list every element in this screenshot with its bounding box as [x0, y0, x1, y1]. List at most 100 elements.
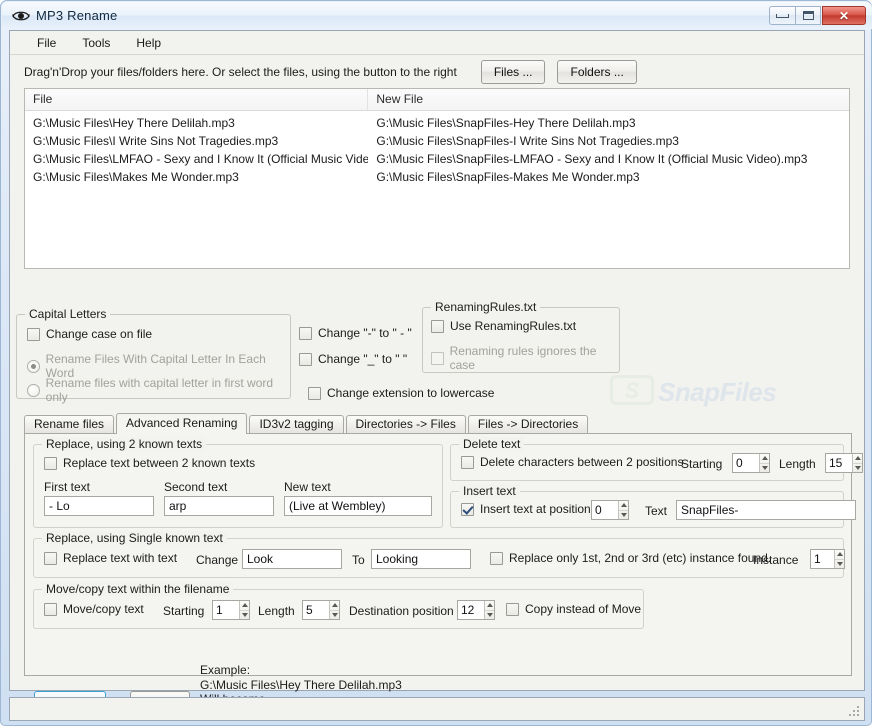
minimize-button[interactable]: [769, 6, 795, 25]
delete-length-input[interactable]: [826, 454, 852, 472]
cell-file: G:\Music Files\Makes Me Wonder.mp3: [33, 170, 239, 184]
ignores-case-row[interactable]: Renaming rules ignores the case: [431, 344, 619, 372]
move-length-arrows[interactable]: [329, 601, 339, 619]
cell-file: G:\Music Files\Hey There Delilah.mp3: [33, 116, 235, 130]
chevron-down-icon: [619, 511, 628, 520]
radio-capital-each-word[interactable]: [27, 359, 40, 373]
insert-text-group: Insert text Insert text at position Text: [450, 484, 856, 528]
resize-grip-icon[interactable]: [849, 706, 861, 718]
move-copy-text-checkbox[interactable]: [44, 602, 57, 616]
insert-text-input[interactable]: [676, 500, 856, 520]
files-button[interactable]: Files ...: [480, 59, 546, 84]
instance-only-row[interactable]: Replace only 1st, 2nd or 3rd (etc) insta…: [490, 551, 771, 565]
tab-id3v2-tagging[interactable]: ID3v2 tagging: [249, 415, 344, 434]
insert-position-arrows[interactable]: [618, 501, 628, 519]
close-button[interactable]: ✕: [822, 6, 866, 25]
move-length-input[interactable]: [303, 601, 329, 619]
replace-text-with-text-checkbox[interactable]: [44, 551, 57, 565]
window-controls: ✕: [769, 6, 866, 25]
move-length-stepper[interactable]: [302, 600, 340, 620]
instance-input[interactable]: [811, 550, 834, 568]
drop-instruction-row: Drag'n'Drop your files/folders here. Or …: [10, 55, 864, 88]
menu-item-tools[interactable]: Tools: [69, 33, 123, 53]
destination-position-input[interactable]: [458, 601, 484, 619]
change-underscore-row[interactable]: Change "_" to " ": [299, 352, 407, 366]
radio-first-word-label: Rename files with capital letter in firs…: [45, 376, 274, 404]
move-starting-arrows[interactable]: [239, 601, 249, 619]
delete-starting-input[interactable]: [733, 454, 759, 472]
move-copy-text-label: Move/copy text: [63, 602, 144, 616]
rules-ignore-case-checkbox[interactable]: [431, 351, 444, 365]
delete-chars-row[interactable]: Delete characters between 2 positions: [461, 455, 683, 469]
change-label: Change: [196, 553, 239, 567]
insert-text-checkbox[interactable]: [461, 502, 474, 516]
menu-item-help[interactable]: Help: [123, 33, 174, 53]
move-starting-input[interactable]: [213, 601, 239, 619]
column-header-file[interactable]: File: [25, 89, 369, 110]
drop-instruction-text: Drag'n'Drop your files/folders here. Or …: [24, 64, 457, 79]
change-case-row[interactable]: Change case on file: [27, 327, 152, 341]
chevron-down-icon: [240, 611, 249, 620]
tab-files-to-directories[interactable]: Files -> Directories: [467, 415, 589, 434]
destination-position-arrows[interactable]: [484, 601, 494, 619]
instance-label: Instance: [753, 553, 799, 567]
snapfiles-badge: S: [610, 375, 654, 405]
replace-two-texts-title: Replace, using 2 known texts: [42, 437, 207, 451]
radio-capital-first-word[interactable]: [27, 383, 40, 397]
destination-position-stepper[interactable]: [457, 600, 495, 620]
change-input[interactable]: [242, 549, 342, 569]
change-dash-checkbox[interactable]: [299, 326, 312, 340]
replace-with-text-row[interactable]: Replace text with text: [44, 551, 177, 565]
cell-file: G:\Music Files\LMFAO - Sexy and I Know I…: [33, 152, 369, 166]
to-input[interactable]: [371, 549, 471, 569]
radio-first-word-row[interactable]: Rename files with capital letter in firs…: [27, 376, 290, 404]
move-starting-stepper[interactable]: [212, 600, 250, 620]
to-label: To: [352, 553, 365, 567]
insert-position-row[interactable]: Insert text at position: [461, 502, 591, 516]
file-list[interactable]: File New File G:\Music Files\Hey There D…: [24, 88, 850, 269]
tab-directories-to-files[interactable]: Directories -> Files: [345, 415, 466, 434]
move-copy-row[interactable]: Move/copy text: [44, 602, 144, 616]
table-row[interactable]: G:\Music Files\Hey There Delilah.mp3 G:\…: [25, 114, 849, 132]
first-text-input[interactable]: [44, 496, 154, 516]
copy-instead-row[interactable]: Copy instead of Move: [506, 602, 641, 616]
delete-characters-checkbox[interactable]: [461, 455, 474, 469]
insert-text-label: Insert text at position: [480, 502, 591, 516]
title-bar: MP3 Rename ✕: [2, 2, 872, 29]
insert-position-input[interactable]: [592, 501, 618, 519]
delete-starting-stepper[interactable]: [732, 453, 770, 473]
tab-strip: Rename files Advanced Renaming ID3v2 tag…: [24, 413, 852, 434]
use-renaming-rules-checkbox[interactable]: [431, 319, 444, 333]
second-text-label: Second text: [164, 480, 228, 494]
table-row[interactable]: G:\Music Files\I Write Sins Not Tragedie…: [25, 132, 849, 150]
instance-arrows[interactable]: [834, 550, 844, 568]
maximize-button[interactable]: [795, 6, 821, 25]
change-extension-row[interactable]: Change extension to lowercase: [308, 386, 494, 400]
use-rules-row[interactable]: Use RenamingRules.txt: [431, 319, 576, 333]
new-text-input[interactable]: [284, 496, 432, 516]
insert-position-stepper[interactable]: [591, 500, 629, 520]
maximize-icon: [802, 11, 814, 20]
delete-length-arrows[interactable]: [852, 454, 862, 472]
second-text-input[interactable]: [164, 496, 274, 516]
delete-starting-arrows[interactable]: [759, 454, 769, 472]
tab-advanced-renaming[interactable]: Advanced Renaming: [116, 413, 248, 434]
delete-length-stepper[interactable]: [825, 453, 863, 473]
insert-text-field-label: Text: [645, 504, 668, 518]
column-header-new-file[interactable]: New File: [368, 89, 849, 110]
copy-instead-of-move-checkbox[interactable]: [506, 602, 519, 616]
change-case-checkbox[interactable]: [27, 327, 40, 341]
replace-between-row[interactable]: Replace text between 2 known texts: [44, 456, 255, 470]
replace-between-checkbox[interactable]: [44, 456, 57, 470]
menu-item-file[interactable]: File: [24, 33, 69, 53]
replace-instance-checkbox[interactable]: [490, 551, 503, 565]
chevron-up-icon: [853, 454, 862, 464]
tab-rename-files[interactable]: Rename files: [24, 415, 115, 434]
table-row[interactable]: G:\Music Files\LMFAO - Sexy and I Know I…: [25, 150, 849, 168]
change-dash-row[interactable]: Change "-" to " - ": [299, 326, 412, 340]
change-extension-checkbox[interactable]: [308, 386, 321, 400]
change-underscore-checkbox[interactable]: [299, 352, 312, 366]
instance-stepper[interactable]: [810, 549, 845, 569]
table-row[interactable]: G:\Music Files\Makes Me Wonder.mp3 G:\Mu…: [25, 168, 849, 186]
folders-button[interactable]: Folders ...: [557, 59, 637, 84]
